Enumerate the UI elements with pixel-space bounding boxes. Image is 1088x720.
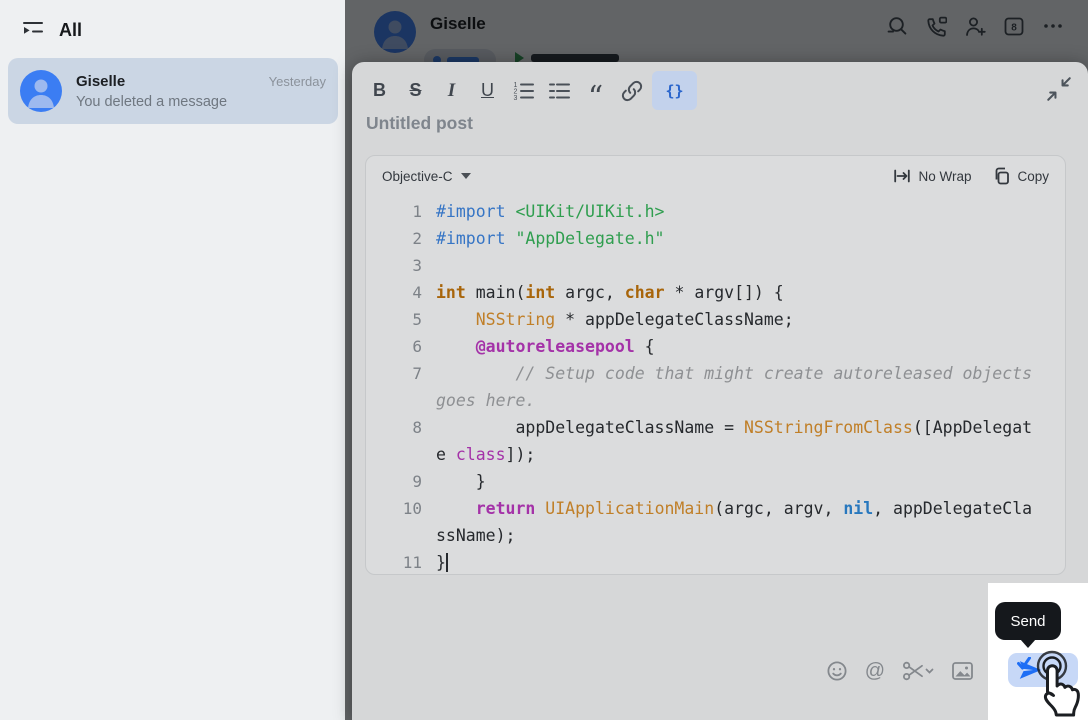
ordered-list-button[interactable]: 123 [508,75,539,106]
post-title-placeholder[interactable]: Untitled post [366,113,473,134]
chevron-down-icon [461,173,471,179]
link-button[interactable] [616,75,647,106]
chat-preview: You deleted a message [76,94,326,110]
code-line: 11} [378,549,1057,576]
sidebar-title: All [59,20,82,41]
chat-folders-icon[interactable] [20,16,46,45]
code-block-header: Objective-C No Wrap [366,156,1065,192]
language-select[interactable]: Objective-C [382,169,471,184]
code-lines[interactable]: 1#import <UIKit/UIKit.h>2#import "AppDel… [366,192,1065,576]
sidebar-header: All [0,0,345,45]
chat-name: Giselle [76,73,125,90]
avatar [20,70,62,112]
code-line: 3 [378,252,1057,279]
chat-meta: Giselle Yesterday You deleted a message [76,73,326,110]
sidebar: All Giselle Yesterday You deleted a mess… [0,0,345,720]
app-window: All Giselle Yesterday You deleted a mess… [0,0,1088,720]
image-attach-icon[interactable] [951,660,974,682]
code-line: 5 NSString * appDelegateClassName; [378,306,1057,333]
send-tooltip-label: Send [1010,613,1045,630]
post-editor-panel: B S I U 123 [352,62,1088,720]
chat-timestamp: Yesterday [269,74,326,89]
format-toolbar: B S I U 123 [364,71,697,110]
code-block: Objective-C No Wrap [365,155,1066,575]
copy-button[interactable]: Copy [993,167,1049,185]
quote-button[interactable]: “ [580,82,611,113]
language-label: Objective-C [382,169,453,184]
chat-list-item[interactable]: Giselle Yesterday You deleted a message [8,58,338,124]
code-line: 4int main(int argc, char * argv[]) { [378,279,1057,306]
code-line: 8 appDelegateClassName = NSStringFromCla… [378,414,1057,468]
attachment-toolbar: @ [826,660,974,682]
underline-button[interactable]: U [472,75,503,106]
copy-label: Copy [1017,169,1049,184]
code-line: 10 return UIApplicationMain(argc, argv, … [378,495,1057,549]
code-block-button[interactable]: {} [652,71,697,110]
code-line: 9 } [378,468,1057,495]
bold-button[interactable]: B [364,75,395,106]
no-wrap-label: No Wrap [918,169,971,184]
no-wrap-button[interactable]: No Wrap [893,168,971,184]
snippet-scissors-icon[interactable] [902,660,934,682]
code-line: 7 // Setup code that might create autore… [378,360,1057,414]
unordered-list-button[interactable] [544,75,575,106]
code-line: 2#import "AppDelegate.h" [378,225,1057,252]
send-tooltip: Send [995,602,1061,640]
code-line: 1#import <UIKit/UIKit.h> [378,198,1057,225]
mention-icon[interactable]: @ [865,660,885,682]
strikethrough-button[interactable]: S [400,75,431,106]
send-secondary-check-icon [1017,657,1031,670]
code-line: 6 @autoreleasepool { [378,333,1057,360]
italic-button[interactable]: I [436,75,467,106]
click-hand-cursor-icon [1032,650,1088,720]
chat-pane: Giselle [345,0,1088,720]
svg-text:3: 3 [514,95,518,101]
collapse-editor-icon[interactable] [1044,74,1074,104]
emoji-icon[interactable] [826,660,848,682]
